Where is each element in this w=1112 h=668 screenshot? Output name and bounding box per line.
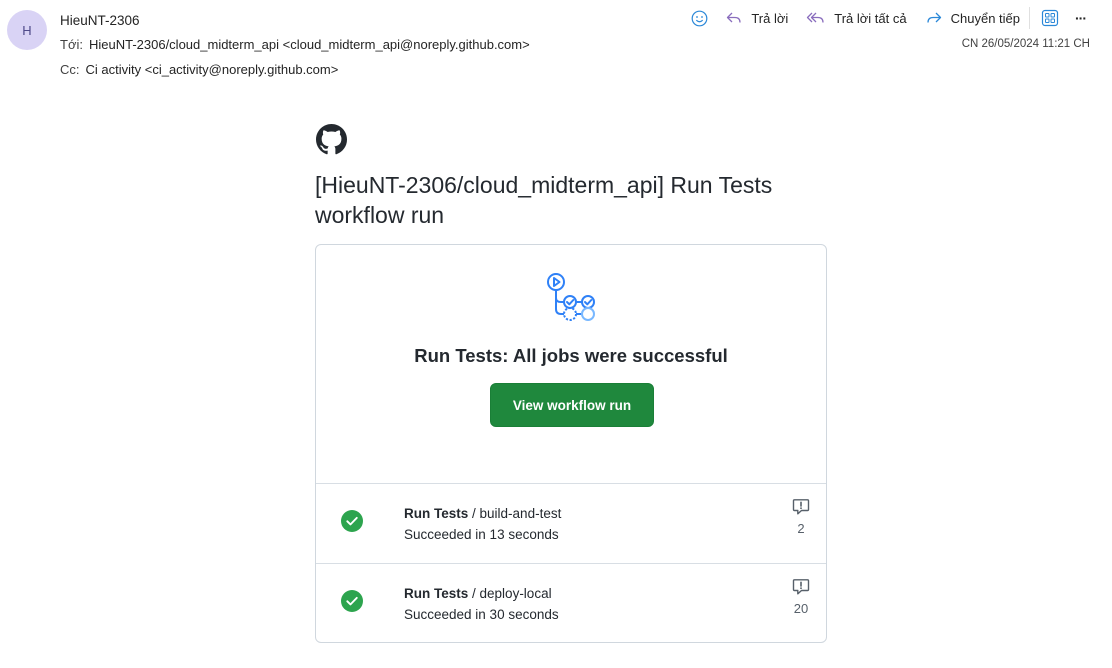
reply-all-button[interactable]: Trả lời tất cả	[797, 6, 915, 30]
job-separator: /	[468, 506, 480, 521]
github-logo-icon	[316, 124, 347, 155]
job-workflow-name: Run Tests	[404, 586, 469, 601]
workflow-run-icon	[547, 273, 595, 321]
forward-arrow-icon	[926, 12, 941, 23]
reply-button[interactable]: Trả lời	[716, 6, 797, 30]
annotation-count: 2	[797, 521, 805, 536]
reply-all-label: Trả lời tất cả	[834, 10, 907, 26]
message-toolbar: Trả lời Trả lời tất cả Chuyển tiếp ···	[683, 6, 1094, 30]
cc-recipient[interactable]: Ci activity <ci_activity@noreply.github.…	[86, 62, 339, 77]
reply-all-arrow-icon	[807, 12, 824, 23]
sender-name[interactable]: HieuNT-2306	[60, 13, 140, 28]
apps-grid-icon	[1041, 9, 1059, 27]
message-date: CN 26/05/2024 11:21 CH	[961, 38, 1090, 50]
annotation-count: 20	[793, 601, 809, 616]
email-title: [HieuNT-2306/cloud_midterm_api] Run Test…	[315, 172, 773, 228]
workflow-card: Run Tests: All jobs were successful View…	[315, 244, 827, 643]
job-row[interactable]: Run Tests / deploy-local Succeeded in 30…	[316, 563, 826, 643]
more-actions-button[interactable]: ···	[1067, 6, 1094, 30]
comment-alert-icon	[792, 579, 810, 595]
view-workflow-run-button[interactable]: View workflow run	[490, 383, 654, 427]
cc-label: Cc:	[60, 62, 80, 77]
more-dots-icon: ···	[1075, 10, 1087, 26]
to-recipient[interactable]: HieuNT-2306/cloud_midterm_api <cloud_mid…	[89, 37, 530, 52]
job-name: build-and-test	[479, 506, 562, 521]
sender-avatar[interactable]: H	[7, 10, 47, 50]
recipient-to-line: Tới: HieuNT-2306/cloud_midterm_api <cloud…	[60, 37, 530, 52]
reply-arrow-icon	[727, 12, 741, 23]
job-separator: /	[468, 586, 480, 601]
recipient-cc-line: Cc: Ci activity <ci_activity@noreply.gith…	[60, 62, 338, 77]
apps-button[interactable]	[1033, 6, 1067, 30]
success-check-icon	[341, 590, 363, 612]
job-row[interactable]: Run Tests / build-and-test Succeeded in …	[316, 483, 826, 563]
reply-label: Trả lời	[751, 10, 789, 26]
forward-label: Chuyển tiếp	[950, 10, 1020, 26]
job-name: deploy-local	[479, 586, 552, 601]
smiley-icon	[691, 10, 708, 26]
job-workflow-name: Run Tests	[404, 506, 469, 521]
forward-button[interactable]: Chuyển tiếp	[916, 6, 1029, 30]
emoji-reaction-button[interactable]	[683, 6, 716, 30]
comment-alert-icon	[792, 499, 810, 515]
job-annotations[interactable]: 2	[790, 498, 812, 536]
job-title: Run Tests / deploy-local	[404, 586, 552, 601]
run-status-heading: Run Tests: All jobs were successful	[414, 345, 728, 366]
job-status: Succeeded in 30 seconds	[404, 607, 559, 622]
job-annotations[interactable]: 20	[790, 578, 812, 616]
job-title: Run Tests / build-and-test	[404, 506, 561, 521]
success-check-icon	[341, 510, 363, 532]
toolbar-divider	[1029, 7, 1030, 29]
to-label: Tới:	[60, 37, 83, 52]
job-status: Succeeded in 13 seconds	[404, 527, 559, 542]
